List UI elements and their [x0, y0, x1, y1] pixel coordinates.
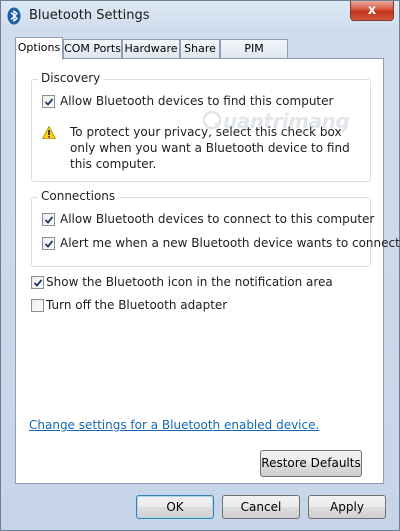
- tab-share-label: Share: [184, 42, 216, 55]
- warning-icon: [42, 126, 56, 139]
- restore-defaults-label: Restore Defaults: [261, 456, 361, 470]
- cancel-button[interactable]: Cancel: [222, 495, 300, 519]
- tab-com-ports[interactable]: COM Ports: [63, 39, 122, 58]
- check-icon: [44, 240, 54, 248]
- check-icon: [44, 98, 54, 106]
- allow-find-label[interactable]: Allow Bluetooth devices to find this com…: [60, 94, 333, 108]
- restore-defaults-button[interactable]: Restore Defaults: [260, 450, 362, 477]
- turn-off-adapter-checkbox[interactable]: [31, 299, 44, 312]
- tab-share[interactable]: Share: [180, 39, 220, 58]
- privacy-warning-text: To protect your privacy, select this che…: [70, 125, 350, 171]
- close-button[interactable]: x: [350, 1, 394, 21]
- apply-button[interactable]: Apply: [308, 495, 386, 519]
- allow-connect-checkbox[interactable]: [42, 213, 55, 226]
- bluetooth-icon: [7, 7, 21, 25]
- discovery-title: Discovery: [38, 71, 104, 85]
- close-icon: x: [367, 3, 377, 18]
- show-icon-label[interactable]: Show the Bluetooth icon in the notificat…: [46, 275, 333, 289]
- tab-com-ports-label: COM Ports: [64, 42, 121, 55]
- change-settings-link[interactable]: Change settings for a Bluetooth enabled …: [29, 418, 319, 432]
- apply-label: Apply: [330, 500, 364, 514]
- allow-find-checkbox[interactable]: [42, 95, 55, 108]
- options-panel: uantrimang Discovery Allow Bluetooth dev…: [15, 58, 400, 484]
- tab-hardware[interactable]: Hardware: [122, 39, 180, 58]
- connections-group: Connections Allow Bluetooth devices to c…: [31, 189, 400, 267]
- title-bar[interactable]: Bluetooth Settings x: [1, 1, 399, 31]
- ok-button[interactable]: OK: [136, 495, 214, 519]
- allow-connect-label[interactable]: Allow Bluetooth devices to connect to th…: [60, 212, 374, 226]
- alert-connect-label[interactable]: Alert me when a new Bluetooth device wan…: [60, 236, 400, 250]
- bluetooth-settings-window: Bluetooth Settings x Options COM Ports H…: [0, 0, 400, 531]
- turn-off-adapter-label[interactable]: Turn off the Bluetooth adapter: [46, 298, 227, 312]
- show-icon-checkbox[interactable]: [31, 276, 44, 289]
- tab-options-label: Options: [17, 41, 61, 54]
- tab-pim-interface[interactable]: PIM Interface: [220, 39, 288, 72]
- discovery-group: Discovery Allow Bluetooth devices to fin…: [31, 71, 371, 182]
- alert-connect-checkbox[interactable]: [42, 237, 55, 250]
- connections-title: Connections: [38, 189, 119, 203]
- check-icon: [33, 279, 43, 287]
- tab-options[interactable]: Options: [15, 37, 63, 60]
- window-title: Bluetooth Settings: [29, 8, 150, 23]
- tab-hardware-label: Hardware: [124, 42, 178, 55]
- ok-label: OK: [166, 500, 184, 514]
- check-icon: [44, 216, 54, 224]
- cancel-label: Cancel: [240, 500, 282, 514]
